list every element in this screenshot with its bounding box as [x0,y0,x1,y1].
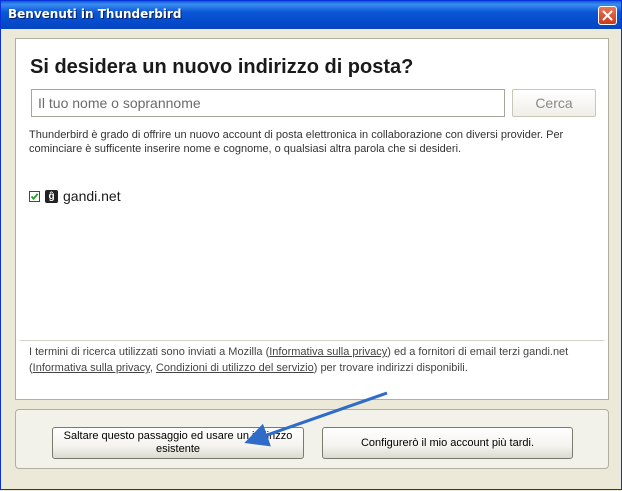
search-button[interactable]: Cerca [512,89,596,117]
provider-name: gandi.net [63,188,121,204]
new-account-panel: Si desidera un nuovo indirizzo di posta?… [15,38,609,400]
gandi-privacy-link[interactable]: Informativa sulla privacy [33,362,150,374]
name-search-input[interactable] [31,89,505,117]
action-bar: Saltare questo passaggio ed usare un ind… [15,409,609,469]
terms-of-service-link[interactable]: Condizioni di utilizzo del servizio [156,362,314,374]
provider-item-gandi: ĝ gandi.net [29,188,121,204]
mozilla-privacy-link[interactable]: Informativa sulla privacy [269,346,387,358]
privacy-text-4: ) per trovare indirizzi disponibili. [313,362,468,374]
close-icon [602,10,613,21]
checkmark-icon [30,192,39,200]
divider [20,340,604,341]
window-title: Benvenuti in Thunderbird [8,7,182,21]
privacy-notice: I termini di ricerca utilizzati sono inv… [29,344,604,376]
gandi-logo-icon: ĝ [45,189,58,203]
page-title: Si desidera un nuovo indirizzo di posta? [30,56,414,78]
intro-text: Thunderbird è grado di offrire un nuovo … [29,129,564,155]
configure-later-button[interactable]: Configurerò il mio account più tardi. [322,427,573,459]
close-button[interactable] [598,6,617,25]
provider-checkbox[interactable] [29,190,40,202]
title-bar[interactable]: Benvenuti in Thunderbird [1,1,621,29]
welcome-dialog: Benvenuti in Thunderbird Si desidera un … [0,0,622,490]
skip-use-existing-button[interactable]: Saltare questo passaggio ed usare un ind… [52,427,304,459]
privacy-text-1: I termini di ricerca utilizzati sono inv… [29,346,270,358]
